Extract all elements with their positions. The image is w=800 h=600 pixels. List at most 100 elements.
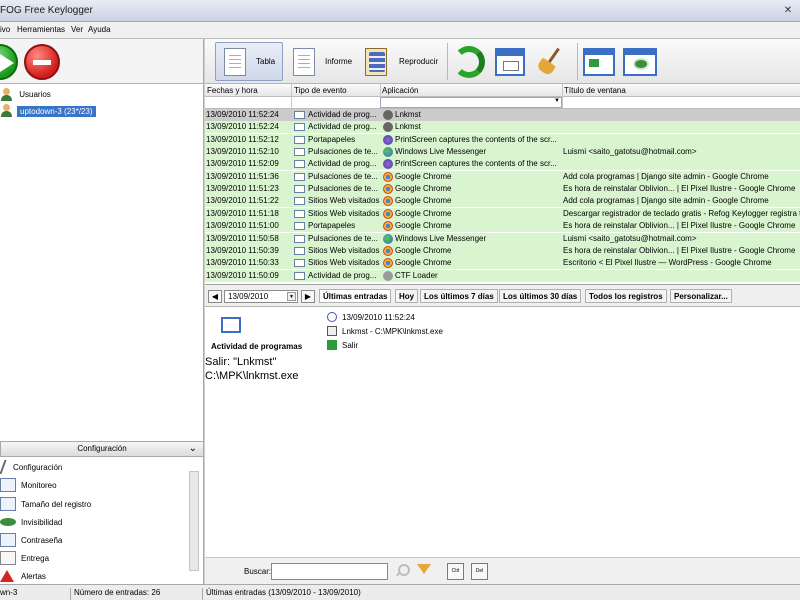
table-row[interactable]: 13/09/2010 11:51:23 Pulsaciones de te... G… xyxy=(205,183,800,196)
delete-button[interactable]: Del xyxy=(471,563,488,580)
config-item-tamano[interactable]: Tamaño del registro xyxy=(0,496,91,512)
cell-window-title: Add cola programas | Django site admin -… xyxy=(563,171,769,181)
collapse-chevron-icon[interactable]: ⌄ xyxy=(189,442,197,456)
tree-user-node[interactable]: uptodown-3 (23*/23) xyxy=(0,104,96,118)
cell-date: 13/09/2010 11:51:00 xyxy=(206,221,279,231)
column-header-aplicacion[interactable]: Aplicación xyxy=(382,86,418,95)
config-list: Configuración Monitoreo Tamaño del regis… xyxy=(0,457,204,584)
table-row[interactable]: 13/09/2010 11:51:36 Pulsaciones de te... G… xyxy=(205,170,800,183)
ctrl-keys-button[interactable]: Ctrl xyxy=(447,563,464,580)
prev-day-button[interactable]: ◀ xyxy=(208,290,222,303)
stop-monitoring-button[interactable] xyxy=(24,44,60,80)
users-tree: Usuarios uptodown-3 (23*/23) xyxy=(0,84,204,441)
tab-ultimas-entradas[interactable]: Últimas entradas xyxy=(319,289,392,303)
tabla-button[interactable]: Tabla xyxy=(215,42,283,81)
table-row[interactable]: 13/09/2010 11:52:24 Actividad de prog... L… xyxy=(205,109,800,121)
cell-date: 13/09/2010 11:51:36 xyxy=(206,171,279,181)
start-monitoring-button[interactable] xyxy=(0,44,18,80)
config-label: Contraseña xyxy=(21,535,63,545)
reproducir-button[interactable]: Reproducir xyxy=(365,42,445,81)
refresh-button[interactable] xyxy=(453,42,489,81)
next-day-button[interactable]: ▶ xyxy=(301,290,315,303)
log-size-icon xyxy=(0,497,16,511)
cell-event-type: Portapapeles xyxy=(308,134,356,144)
application-filter-dropdown[interactable] xyxy=(380,97,562,108)
clear-logs-button[interactable] xyxy=(535,42,571,81)
table-row[interactable]: 13/09/2010 11:51:22 Sitios Web visitados G… xyxy=(205,195,800,208)
cell-application: Windows Live Messenger xyxy=(395,147,487,157)
config-item-alertas[interactable]: Alertas xyxy=(0,568,46,584)
program-activity-icon xyxy=(221,317,241,333)
tab-ultimos-30-dias[interactable]: Los últimos 30 días xyxy=(499,289,582,303)
detail-action: Salir xyxy=(342,340,359,350)
detail-content-line-2: C:\MPK\lnkmst.exe xyxy=(205,370,299,382)
tab-ultimos-7-dias[interactable]: Los últimos 7 días xyxy=(420,289,498,303)
users-root[interactable]: Usuarios xyxy=(0,88,51,102)
search-input[interactable] xyxy=(271,563,388,580)
table-row[interactable]: 13/09/2010 11:52:24 Actividad de prog... L… xyxy=(205,121,800,134)
detail-app: Lnkmst - C:\MPK\lnkmst.exe xyxy=(342,326,443,336)
table-row[interactable]: 13/09/2010 11:51:18 Sitios Web visitados G… xyxy=(205,207,800,220)
config-label: Alertas xyxy=(21,571,46,581)
refresh-icon xyxy=(453,45,485,78)
search-icon[interactable] xyxy=(395,564,410,578)
date-value: 13/09/2010 xyxy=(228,292,269,301)
detail-content: Salir: "Lnkmst" C:\MPK\lnkmst.exe xyxy=(205,355,299,383)
table-row[interactable]: 13/09/2010 11:50:39 Sitios Web visitados G… xyxy=(205,244,800,257)
cell-date: 13/09/2010 11:50:09 xyxy=(206,270,279,280)
password-icon xyxy=(0,533,16,547)
hide-button[interactable] xyxy=(623,42,661,81)
detail-action-line: Salir xyxy=(327,340,358,350)
cell-window-title: Add cola programas | Django site admin -… xyxy=(563,196,769,206)
column-header-titulo[interactable]: Título de ventana xyxy=(564,86,626,95)
column-header-tipo[interactable]: Tipo de evento xyxy=(294,86,347,95)
date-picker[interactable]: 13/09/2010 ▼ xyxy=(224,290,298,303)
cell-event-type: Pulsaciones de te... xyxy=(308,184,378,194)
calendar-button[interactable] xyxy=(495,42,531,81)
table-row[interactable]: 13/09/2010 11:51:00 Portapapeles Google Ch… xyxy=(205,220,800,233)
tab-hoy[interactable]: Hoy xyxy=(395,289,419,303)
export-button[interactable] xyxy=(583,42,619,81)
cell-event-type: Actividad de prog... xyxy=(308,122,377,132)
detail-content-line-1: Salir: "Lnkmst" xyxy=(205,356,277,368)
cell-application: Google Chrome xyxy=(395,258,452,268)
tab-personalizar[interactable]: Personalizar... xyxy=(670,289,732,303)
menu-archivo[interactable]: ivo xyxy=(0,25,10,34)
filter-icon[interactable] xyxy=(417,564,431,574)
cell-application: Google Chrome xyxy=(395,221,452,231)
cell-application: Google Chrome xyxy=(395,171,452,181)
cell-event-type: Pulsaciones de te... xyxy=(308,147,378,157)
events-table: Fechas y hora Tipo de evento Aplicación … xyxy=(205,84,800,285)
table-row[interactable]: 13/09/2010 11:50:33 Sitios Web visitados G… xyxy=(205,257,800,270)
cell-event-type: Portapapeles xyxy=(308,221,356,231)
config-item-monitoreo[interactable]: Monitoreo xyxy=(0,477,57,493)
column-header-fecha[interactable]: Fechas y hora xyxy=(207,86,258,95)
config-item-entrega[interactable]: Entrega xyxy=(0,550,49,566)
config-scrollbar[interactable] xyxy=(189,471,199,571)
menu-herramientas[interactable]: Herramientas xyxy=(17,25,65,34)
table-row[interactable]: 13/09/2010 11:52:09 Actividad de prog... P… xyxy=(205,158,800,171)
close-icon[interactable]: ✕ xyxy=(780,4,796,18)
cell-application: Google Chrome xyxy=(395,245,452,255)
config-item-contrasena[interactable]: Contraseña xyxy=(0,532,62,548)
config-panel-header[interactable]: Configuración ⌄ xyxy=(0,441,204,457)
cell-window-title: Descargar registrador de teclado gratis … xyxy=(563,208,800,218)
table-row[interactable]: 13/09/2010 11:50:58 Pulsaciones de te... W… xyxy=(205,232,800,245)
cell-application: Windows Live Messenger xyxy=(395,233,487,243)
cell-window-title: Es hora de reinstalar Oblivion... | El P… xyxy=(563,184,796,194)
tab-todos-los-registros[interactable]: Todos los registros xyxy=(585,289,667,303)
dropdown-arrow-icon[interactable]: ▼ xyxy=(287,292,296,301)
table-row[interactable]: 13/09/2010 11:50:09 Actividad de prog... C… xyxy=(205,269,800,282)
menu-ver[interactable]: Ver xyxy=(71,25,83,34)
config-item-invisibilidad[interactable]: Invisibilidad xyxy=(0,514,62,530)
table-row[interactable]: 13/09/2010 11:52:12 Portapapeles PrintScre… xyxy=(205,133,800,146)
config-item-configuracion[interactable]: Configuración xyxy=(0,459,62,475)
cell-application: Google Chrome xyxy=(395,184,452,194)
menu-ayuda[interactable]: Ayuda xyxy=(88,25,111,34)
config-label: Invisibilidad xyxy=(21,517,63,527)
reproducir-label: Reproducir xyxy=(399,57,439,66)
informe-button[interactable]: Informe xyxy=(291,42,361,81)
view-toolbar: Tabla Informe Reproducir xyxy=(205,39,800,84)
user-icon xyxy=(0,104,14,118)
table-row[interactable]: 13/09/2010 11:52:10 Pulsaciones de te... W… xyxy=(205,146,800,159)
